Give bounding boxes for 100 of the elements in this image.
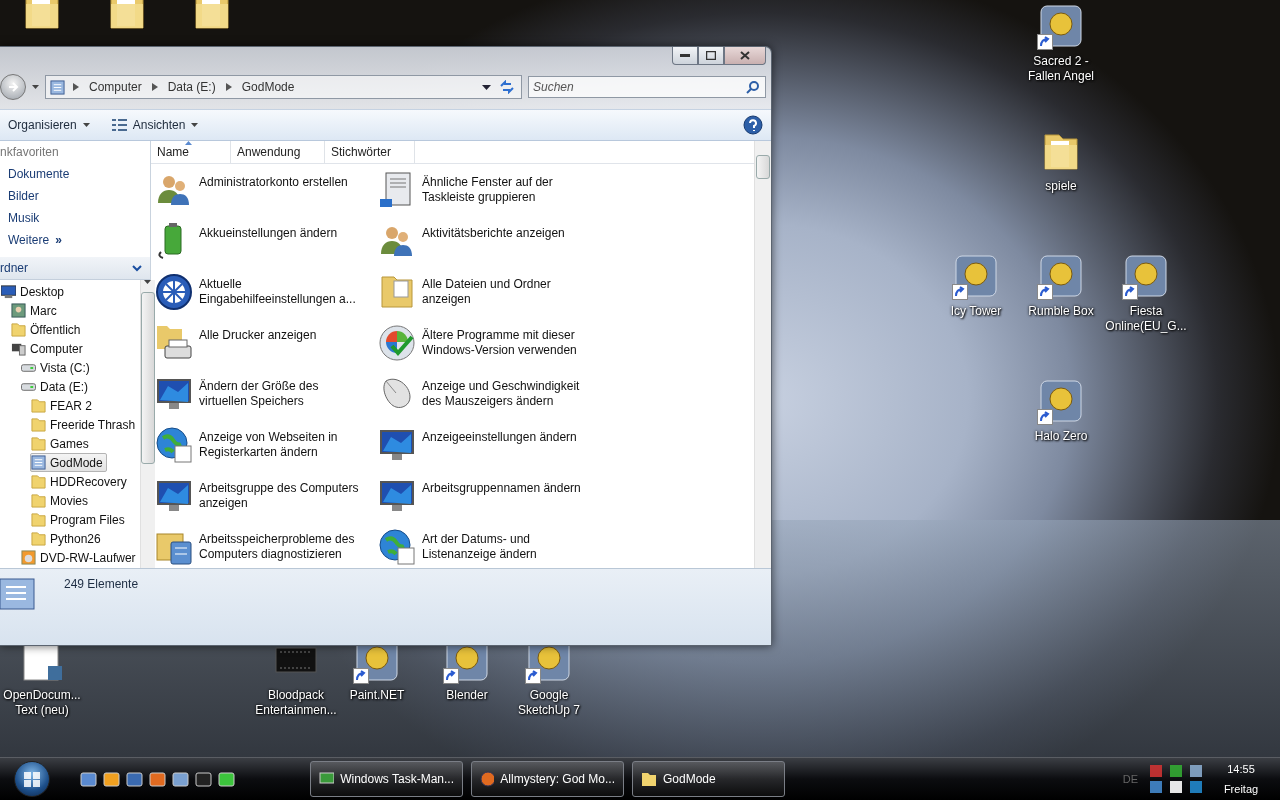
item-count: 249 Elemente (64, 577, 139, 591)
breadcrumb-link[interactable]: Data (E:) (165, 80, 218, 94)
computer-icon (11, 341, 26, 356)
favorite-links-heading: nkfavoriten (0, 145, 59, 159)
desktop-icon-label[interactable]: OpenDocum... Text (neu) (0, 688, 84, 718)
tray-icon[interactable] (1188, 764, 1204, 778)
control-panel-item[interactable]: Alle Drucker anzeigen (155, 317, 378, 368)
quick-launch-icon[interactable] (172, 770, 189, 788)
quick-launch-icon[interactable] (149, 770, 166, 788)
favorite-link[interactable]: Musik (0, 207, 150, 229)
printer-icon (155, 323, 193, 362)
quick-launch-icon[interactable] (195, 770, 212, 788)
control-panel-item[interactable]: Ältere Programme mit dieser Windows-Version verwenden (378, 317, 601, 368)
start-button[interactable] (14, 761, 50, 797)
close-icon (740, 51, 750, 60)
tray-icon[interactable] (1168, 780, 1184, 794)
folder-tree-item[interactable]: GodMode (30, 453, 107, 472)
maximize-icon (706, 51, 716, 60)
control-panel-icon (31, 455, 46, 470)
arrow-right-icon (7, 81, 19, 93)
help-icon[interactable] (743, 115, 763, 135)
weekday: Freitag (1223, 783, 1259, 795)
quick-launch-icon[interactable] (80, 770, 97, 788)
maximize-button[interactable] (698, 47, 724, 65)
control-panel-item[interactable]: Administratorkonto erstellen (155, 164, 378, 215)
refresh-icon[interactable] (499, 80, 515, 94)
control-panel-item[interactable]: Arbeitsgruppennamen ändern (378, 470, 601, 521)
folder-tree-item[interactable]: Freeride Thrash (30, 415, 140, 434)
favorite-link[interactable]: Dokumente (0, 163, 150, 185)
dropdown-arrow-icon (482, 84, 491, 90)
clock-time[interactable]: 14:55 (1227, 763, 1255, 775)
close-button[interactable] (724, 47, 766, 65)
folder-tree-item[interactable]: HDDRecovery (30, 472, 131, 491)
quick-launch-icon[interactable] (103, 770, 120, 788)
control-panel-item[interactable]: Anzeigeeinstellungen ändern (378, 419, 601, 470)
folder-icon (11, 322, 26, 337)
taskbar-window-button[interactable]: Windows Task-Man... (310, 761, 463, 797)
caret-icon (144, 280, 152, 284)
taskbar-window-button[interactable]: GodMode (632, 761, 785, 797)
favorite-link[interactable]: Weitere » (0, 229, 150, 251)
folder-icon (31, 436, 46, 451)
toolbar-menu-button[interactable]: Organisieren (2, 116, 96, 134)
control-panel-item[interactable]: Arbeitsgruppe des Computers anzeigen (155, 470, 378, 521)
folder-icon (31, 474, 46, 489)
toolbar-menu-button[interactable]: Ansichten (105, 116, 205, 134)
favorite-link[interactable]: Bilder (0, 185, 150, 207)
folder-tree-item[interactable]: DVD-RW-Laufwer (20, 548, 140, 567)
views-icon (111, 118, 127, 132)
control-panel-item[interactable]: Anzeige von Webseiten in Registerkarten ändern (155, 419, 378, 470)
round-badge-icon (378, 323, 416, 362)
desktop-icon-label[interactable]: Sacred 2 - Fallen Angel (1019, 54, 1103, 84)
scrollbar[interactable] (139, 280, 155, 568)
folder-tree-item[interactable]: Desktop (0, 282, 69, 301)
monitor-icon (1, 284, 16, 299)
folder-icon (31, 398, 46, 413)
folder-icon (31, 493, 46, 508)
folder-tree-item[interactable]: Marc (10, 301, 61, 320)
desktop-icon-label[interactable]: Fiesta Online(EU_G... (1104, 304, 1188, 334)
folder-tree-item[interactable]: Öffentlich (10, 320, 85, 339)
control-panel-icon (50, 79, 65, 95)
control-panel-item[interactable]: Aktuelle Eingabehilfeeinstellungen a... (155, 266, 378, 317)
folders-heading: rdner (0, 261, 28, 275)
taskbar-window-button[interactable]: Allmystery: God Mo... (471, 761, 624, 797)
control-panel-item[interactable]: Akkueinstellungen ändern (155, 215, 378, 266)
dial-icon (155, 272, 193, 311)
forward-button[interactable] (0, 74, 26, 100)
control-panel-item[interactable]: Alle Dateien und Ordner anzeigen (378, 266, 601, 317)
desktop-icon-label[interactable]: Google SketchUp 7 (507, 688, 591, 718)
control-panel-item[interactable]: Ändern der Größe des virtuellen Speichers (155, 368, 378, 419)
desktop-icon-label[interactable]: Bloodpack Entertainmen... (254, 688, 338, 718)
folder-tree-item[interactable]: FEAR 2 (30, 396, 96, 415)
drive-icon (21, 382, 36, 391)
folder-tree-item[interactable]: Python26 (30, 529, 105, 548)
folder-icon (31, 512, 46, 527)
desktop-icon-label[interactable]: spiele (1045, 179, 1077, 194)
desktop-icon-label[interactable]: Blender (446, 688, 488, 703)
breadcrumb-link[interactable]: Computer (87, 80, 144, 94)
desktop-icon-label[interactable]: Paint.NET (349, 688, 405, 703)
desktop-icon-label[interactable]: Rumble Box (1028, 304, 1094, 319)
folder-tree-item[interactable]: Movies (30, 491, 92, 510)
quick-launch-icon[interactable] (218, 770, 235, 788)
minimize-button[interactable] (672, 47, 698, 65)
control-panel-item[interactable]: Ähnliche Fenster auf der Taskleiste gruppieren (378, 164, 601, 215)
control-panel-item[interactable]: Aktivitätsberichte anzeigen (378, 215, 601, 266)
control-panel-item[interactable]: Anzeige und Geschwindigkeit des Mauszeigers ändern (378, 368, 601, 419)
folder-tree-item[interactable]: Games (30, 434, 93, 453)
caret-icon (82, 123, 90, 127)
search-icon (746, 80, 760, 94)
quick-launch-icon[interactable] (126, 770, 143, 788)
search-field[interactable]: Suchen (528, 76, 766, 98)
folder-tree-item[interactable]: Data (E:) (20, 377, 92, 396)
folder-tree-item[interactable]: Program Files (30, 510, 129, 529)
folder-tree-item[interactable]: Vista (C:) (20, 358, 94, 377)
scrollbar[interactable] (754, 141, 771, 568)
caret-icon (191, 123, 199, 127)
folder-tree-item[interactable]: Computer (10, 339, 87, 358)
breadcrumb-link[interactable]: GodMode (239, 80, 297, 94)
chevron-down-icon[interactable] (132, 264, 142, 272)
minimize-icon (680, 53, 690, 58)
address-bar[interactable]: Computer Data (E:) GodMode (45, 75, 522, 99)
